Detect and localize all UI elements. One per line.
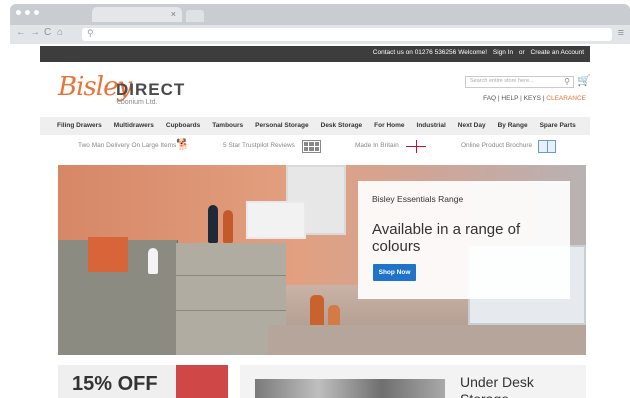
hero-orange-multidrawer <box>88 237 128 272</box>
forward-icon[interactable]: → <box>30 27 40 38</box>
nav-item-industrial[interactable]: Industrial <box>417 122 446 129</box>
window-controls[interactable] <box>16 10 39 15</box>
maximize-window-dot[interactable] <box>34 10 39 15</box>
shop-now-button[interactable]: Shop Now <box>373 264 416 281</box>
logo-subtitle: ebonium Ltd. <box>117 99 158 106</box>
hero-title: Available in a range of colours <box>372 221 521 255</box>
new-tab-button[interactable] <box>186 10 204 22</box>
cart-icon[interactable]: 🛒 <box>577 74 591 87</box>
nav-item-tambours[interactable]: Tambours <box>212 122 243 129</box>
promo-under-desk-image <box>255 379 445 398</box>
britain-feature-text: Made In Britain <box>355 142 399 149</box>
logo-direct-text: DIRECT <box>116 80 186 99</box>
keys-link[interactable]: KEYS <box>524 95 541 102</box>
close-window-dot[interactable] <box>16 10 21 15</box>
search-icon[interactable]: ⚲ <box>564 77 570 86</box>
promo-discount-tile[interactable]: 15% OFF <box>58 365 228 398</box>
home-icon[interactable]: ⌂ <box>57 27 63 38</box>
search-placeholder: Search entire store here... <box>470 78 534 84</box>
nav-item-desk-storage[interactable]: Desk Storage <box>321 122 363 129</box>
header-links: FAQ | HELP | KEYS | CLEARANCE <box>483 95 586 102</box>
features-row: Two Man Delivery On Large Items 🐕 5 Star… <box>40 137 590 157</box>
browser-tab[interactable]: × <box>92 7 182 22</box>
promo-under-desk-title: Under Desk Storage <box>460 374 534 398</box>
hero-copper-vase <box>223 210 233 243</box>
welcome-text: Welcome! <box>458 49 488 56</box>
hero-dark-vase <box>208 205 218 243</box>
nav-item-multidrawers[interactable]: Multidrawers <box>114 122 154 129</box>
nav-item-by-range[interactable]: By Range <box>498 122 528 129</box>
drawer-divider <box>176 275 286 276</box>
tab-close-icon[interactable]: × <box>171 9 176 20</box>
hero-table <box>268 325 586 355</box>
delivery-feature-text: Two Man Delivery On Large Items <box>78 142 177 149</box>
hero-subtitle: Bisley Essentials Range <box>372 194 464 204</box>
nav-item-for-home[interactable]: For Home <box>374 122 404 129</box>
address-bar[interactable]: ⚲ <box>82 28 612 41</box>
sign-in-link[interactable]: Sign In <box>493 49 513 56</box>
faq-link[interactable]: FAQ <box>483 95 496 102</box>
nav-item-cupboards[interactable]: Cupboards <box>166 122 200 129</box>
help-link[interactable]: HELP <box>501 95 518 102</box>
back-icon[interactable]: ← <box>16 27 26 38</box>
browser-chrome: × ← → C ⌂ ⚲ ≡ <box>10 4 630 44</box>
top-bar: Contact us on 01276 536256 Welcome! Sign … <box>40 46 590 62</box>
minimize-window-dot[interactable] <box>25 10 30 15</box>
nav-item-next-day[interactable]: Next Day <box>458 122 486 129</box>
brochure-feature-link[interactable]: Online Product Brochure <box>461 142 532 149</box>
category-nav: Filing Drawers Multidrawers Cupboards Ta… <box>40 117 590 135</box>
promo-discount-text: 15% OFF <box>72 373 158 395</box>
promo-red-image <box>176 365 228 398</box>
hero-white-vase <box>148 248 158 274</box>
hero-overlay-panel: Bisley Essentials Range Available in a r… <box>358 181 570 299</box>
contact-text: Contact us on 01276 536256 <box>372 49 457 56</box>
hero-banner[interactable]: Bisley Essentials Range Available in a r… <box>58 165 586 355</box>
browser-menu-icon[interactable]: ≡ <box>618 27 624 39</box>
clearance-link[interactable]: CLEARANCE <box>546 95 586 102</box>
promo-under-desk-tile[interactable]: Under Desk Storage <box>240 365 586 398</box>
or-text: or <box>518 49 525 56</box>
reviews-grid-icon <box>302 140 321 153</box>
address-search-icon: ⚲ <box>87 28 94 38</box>
brochure-icon[interactable] <box>538 140 556 153</box>
trustpilot-feature-text: 5 Star Trustpilot Reviews <box>223 142 295 149</box>
drawer-divider <box>176 310 286 311</box>
hero-framed-picture <box>246 201 306 239</box>
delivery-dog-icon: 🐕 <box>176 139 190 151</box>
nav-item-personal-storage[interactable]: Personal Storage <box>255 122 308 129</box>
nav-item-filing-drawers[interactable]: Filing Drawers <box>57 122 102 129</box>
nav-item-spare-parts[interactable]: Spare Parts <box>540 122 576 129</box>
browser-nav-row: ← → C ⌂ ⚲ ≡ <box>10 25 630 44</box>
store-search-input[interactable]: Search entire store here... ⚲ <box>465 76 574 88</box>
create-account-link[interactable]: Create an Account <box>531 49 584 56</box>
top-bar-links: Contact us on 01276 536256 Welcome! Sign … <box>369 49 584 56</box>
reload-icon[interactable]: C <box>44 27 51 38</box>
